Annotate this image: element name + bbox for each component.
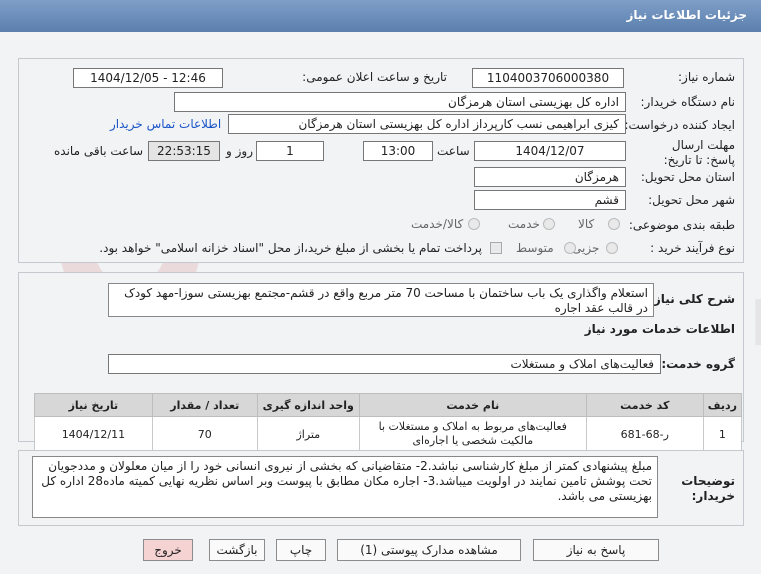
category-radio-goods[interactable] [608,218,620,230]
city-label: شهر محل تحویل: [648,193,735,207]
unit-cell: متراژ [256,416,360,452]
process-label: نوع فرآیند خرید : [650,241,735,255]
announce-label: تاریخ و ساعت اعلان عمومی: [302,70,447,84]
category-option-goods-service: کالا/خدمت [411,217,464,231]
print-button[interactable]: چاپ [276,539,326,561]
service-name-cell: فعالیت‌های مربوط به املاک و مستغلات با م… [358,416,587,452]
category-option-goods: کالا [578,217,595,231]
province-field: هرمزگان [474,167,626,187]
need-number-label: شماره نیاز: [678,70,735,84]
window-title: جزئیات اطلاعات نیاز [626,8,747,22]
need-number-field: 1104003706000380 [472,68,624,88]
days-field: 1 [256,141,324,161]
category-option-service: خدمت [508,217,540,231]
header-unit: واحد اندازه گیری [256,393,360,417]
buyer-notes-text: مبلغ پیشنهادی کمتر از مبلغ کارشناسی نباش… [32,456,658,518]
deadline-date-field: 1404/12/07 [474,141,626,161]
table-row: 1 ر-68-681 فعالیت‌های مربوط به املاک و م… [34,416,743,452]
service-group-label: گروه خدمت: [661,357,735,371]
reply-button[interactable]: پاسخ به نیاز [533,539,659,561]
buyer-org-label: نام دستگاه خریدار: [640,95,736,109]
treasury-payment-note: پرداخت تمام یا بخشی از مبلغ خرید،از محل … [99,241,482,255]
buyer-org-field: اداره کل بهزیستی استان هرمزگان [174,92,626,112]
header-need-date: تاریخ نیاز [34,393,153,417]
back-button[interactable]: بازگشت [209,539,265,561]
buyer-notes-label: توضیحات خریدار: [681,474,735,503]
deadline-label: مهلت ارسال پاسخ: تا تاریخ: [663,138,735,167]
process-option-medium: متوسط [516,241,554,255]
need-date-cell: 1404/12/11 [34,416,153,452]
description-label: شرح کلی نیاز: [649,292,735,306]
service-group-field: فعالیت‌های املاک و مستغلات [108,354,661,374]
header-row-number: ردیف [702,393,743,417]
exit-button[interactable]: خروج [143,539,193,561]
view-attachments-button[interactable]: مشاهده مدارک پیوستی (1) [337,539,521,561]
process-radio-minor[interactable] [606,242,618,254]
creator-field: کیزی ابراهیمی نسب کارپرداز اداره کل بهزی… [228,114,626,134]
services-section-title: اطلاعات خدمات مورد نیاز [584,322,735,336]
header-service-name: نام خدمت [358,393,587,417]
category-radio-goods-service[interactable] [468,218,480,230]
remaining-time-field: 22:53:15 [148,141,220,161]
creator-label: ایجاد کننده درخواست: [624,118,735,132]
title-bar: جزئیات اطلاعات نیاز [0,0,761,32]
service-code-cell: ر-68-681 [585,416,704,452]
deadline-time-label: ساعت [437,144,470,158]
days-label: روز و [226,144,253,158]
category-label: طبقه بندی موضوعی: [628,218,735,232]
services-table: ردیف کد خدمت نام خدمت واحد اندازه گیری ت… [34,393,743,452]
quantity-cell: 70 [151,416,258,452]
deadline-time-field: 13:00 [363,141,433,161]
buyer-contact-link[interactable]: اطلاعات تماس خریدار [110,117,221,131]
process-option-minor: جزیی [572,241,600,255]
city-field: قشم [474,190,626,210]
announce-datetime-field: 1404/12/05 - 12:46 [73,68,223,88]
treasury-payment-checkbox[interactable] [490,242,502,254]
header-service-code: کد خدمت [585,393,704,417]
remaining-label: ساعت باقی مانده [54,144,144,158]
description-text: استعلام واگذاری یک باب ساختمان با مساحت … [108,283,654,317]
process-radio-medium[interactable] [564,242,576,254]
services-table-header: ردیف کد خدمت نام خدمت واحد اندازه گیری ت… [34,393,743,417]
category-radio-service[interactable] [543,218,555,230]
header-quantity: تعداد / مقدار [151,393,258,417]
row-number-cell: 1 [702,416,743,452]
province-label: استان محل تحویل: [640,170,735,184]
